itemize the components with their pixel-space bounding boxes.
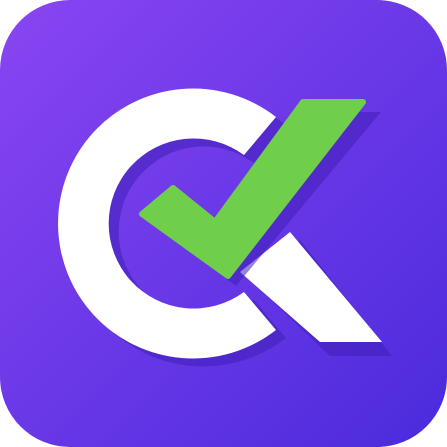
app-icon xyxy=(0,0,447,447)
app-icon-svg xyxy=(0,0,447,447)
page-canvas xyxy=(0,0,447,447)
